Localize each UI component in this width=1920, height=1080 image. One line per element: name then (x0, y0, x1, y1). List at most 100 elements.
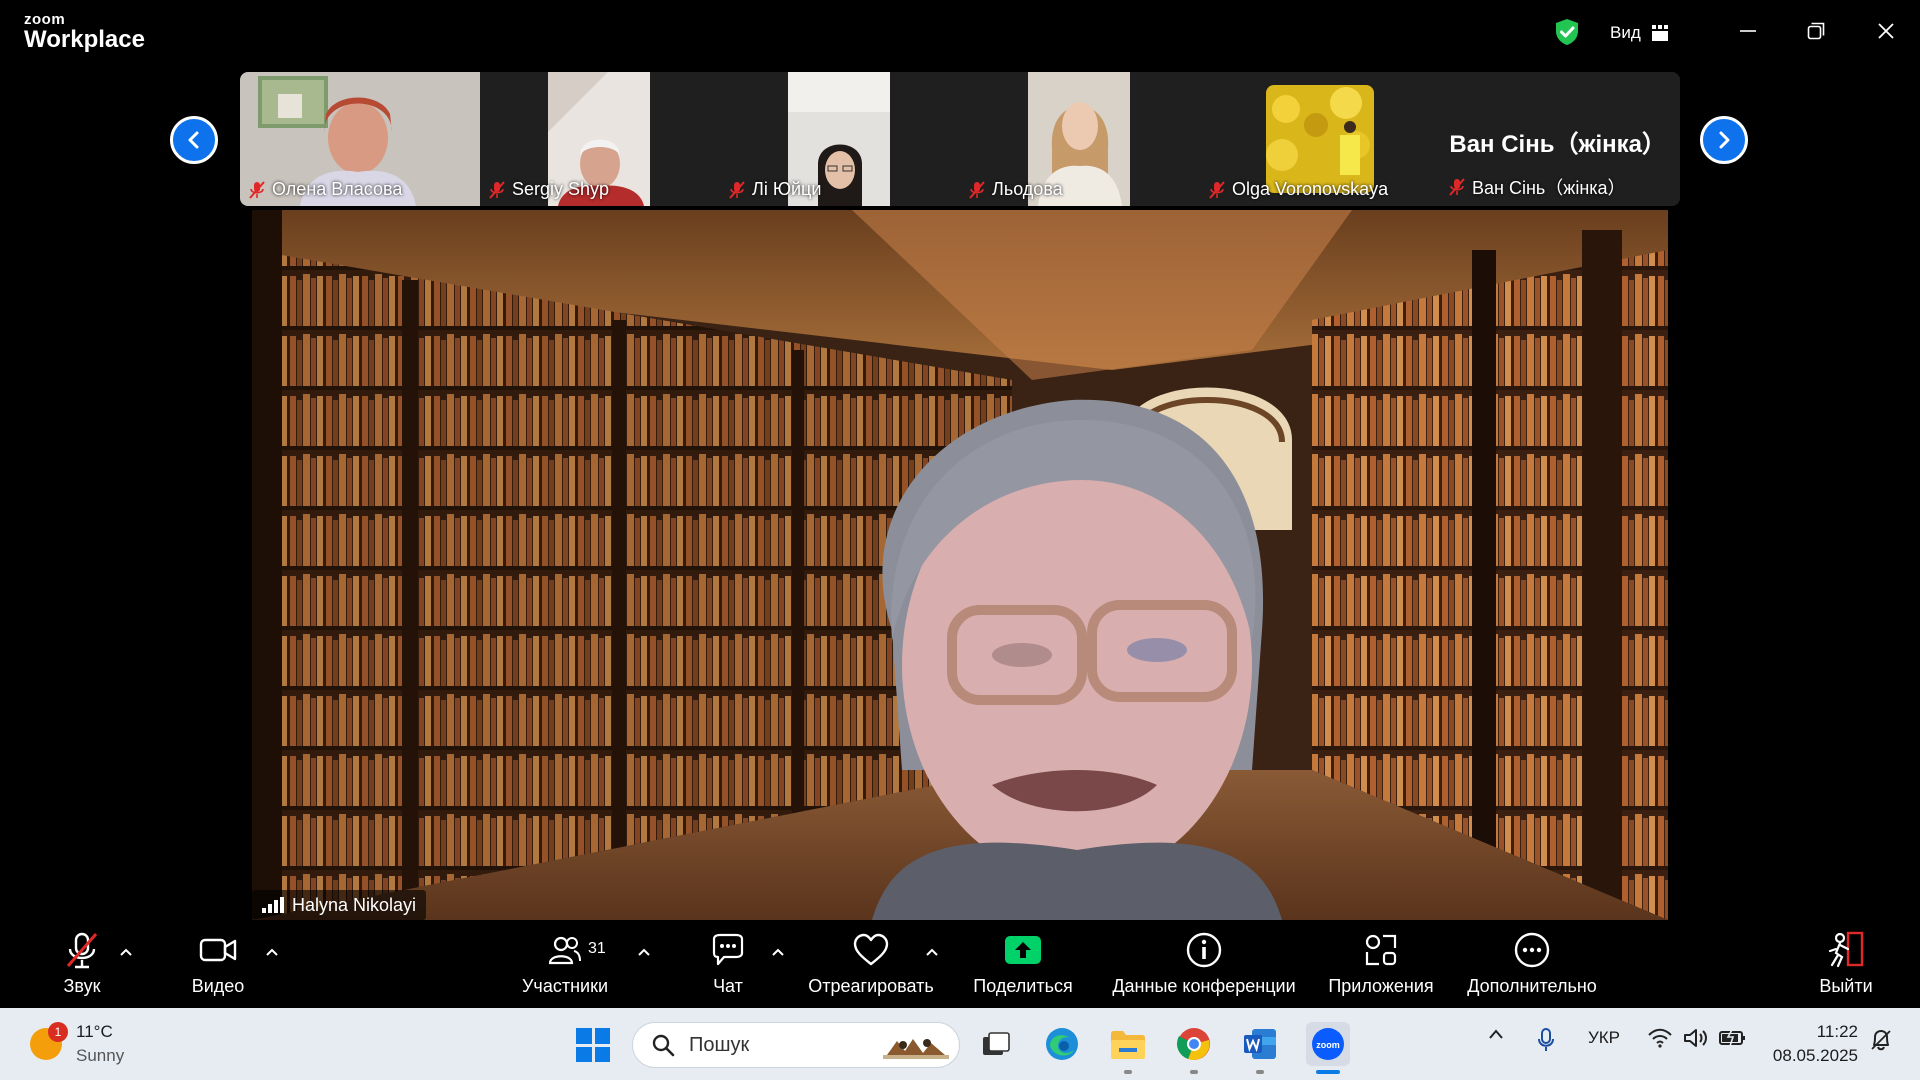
mic-muted-icon (1449, 178, 1465, 196)
participant-tile[interactable]: Olga Voronovskaya (1200, 72, 1440, 206)
wifi-icon (1648, 1028, 1672, 1048)
chrome-icon (1176, 1028, 1210, 1060)
battery-tray-button[interactable] (1718, 1028, 1748, 1046)
meeting-info-button[interactable]: Данные конференции (1106, 930, 1302, 1004)
share-screen-button[interactable]: Поделиться (970, 930, 1076, 1004)
apps-button[interactable]: Приложения (1324, 930, 1438, 1004)
more-options-icon (1514, 932, 1550, 968)
active-speaker-video (252, 210, 1668, 920)
react-button[interactable]: Отреагировать (806, 930, 936, 1004)
video-options-chevron-up-icon[interactable] (264, 946, 280, 958)
apps-icon (1365, 934, 1397, 966)
meeting-controls-toolbar: Звук Видео Участники 31 Чат Отреагироват… (0, 920, 1920, 1008)
participants-options-chevron-up-icon[interactable] (636, 946, 652, 958)
apps-label: Приложения (1328, 976, 1434, 996)
leave-meeting-button[interactable]: Выйти (1814, 930, 1878, 1004)
participant-name: Olga Voronovskaya (1232, 179, 1389, 199)
next-page-button[interactable] (1700, 116, 1748, 164)
microphone-tray-button[interactable] (1534, 1028, 1558, 1052)
chrome-browser-button[interactable] (1174, 1024, 1214, 1064)
react-options-chevron-up-icon[interactable] (924, 946, 940, 958)
participant-avatar (1266, 85, 1374, 193)
participant-name-label: Лі Юйци (728, 179, 821, 200)
connection-signal-icon (262, 897, 284, 913)
active-speaker-name: Halyna Nikolayi (292, 894, 417, 915)
previous-page-button[interactable] (170, 116, 218, 164)
clock-time: 11:22 (1816, 1022, 1858, 1041)
participant-name: Sergiy Shyp (512, 179, 610, 199)
chat-options-chevron-up-icon[interactable] (770, 946, 786, 958)
participant-name: Льодова (992, 179, 1063, 199)
logo-big-text: Workplace (24, 26, 145, 53)
word-icon (1244, 1029, 1276, 1059)
participant-tile[interactable]: Льодова (960, 72, 1200, 206)
leave-label: Выйти (1819, 976, 1873, 996)
participant-tile[interactable]: Ван Сінь（жінка） Ван Сінь（жінка） (1440, 72, 1680, 206)
system-clock[interactable]: 11:22 08.05.2025 (1766, 1020, 1858, 1068)
volume-tray-button[interactable] (1682, 1028, 1710, 1048)
video-button[interactable]: Видео (186, 930, 250, 1004)
more-button[interactable]: Дополнительно (1460, 930, 1604, 1004)
explorer-running-indicator (1124, 1070, 1132, 1074)
zoom-running-indicator (1316, 1070, 1340, 1074)
title-bar: zoom Workplace Вид (0, 0, 1920, 66)
input-language-indicator[interactable]: УКР (1584, 1028, 1624, 1048)
microphone-icon (1538, 1028, 1554, 1051)
audio-label: Звук (63, 976, 101, 996)
view-button[interactable]: Вид (1610, 20, 1669, 46)
participant-tile[interactable]: Лі Юйци (720, 72, 960, 206)
sun-icon: 1 (30, 1022, 68, 1060)
more-label: Дополнительно (1467, 976, 1597, 996)
participant-name-label: Олена Власова (248, 179, 402, 200)
clock-date: 08.05.2025 (1772, 1046, 1858, 1065)
participant-tile[interactable]: Олена Власова (240, 72, 480, 206)
folder-icon (1111, 1031, 1145, 1059)
minimize-button[interactable] (1728, 14, 1768, 48)
close-button[interactable] (1866, 14, 1906, 48)
participant-thumbnail-strip: Олена Власова Sergiy Shyp Лі Юйци Льодов… (240, 72, 1680, 206)
search-icon (652, 1034, 675, 1057)
mic-muted-icon (1209, 180, 1225, 199)
chat-button[interactable]: Чат (700, 930, 756, 1004)
wifi-tray-button[interactable] (1646, 1028, 1674, 1048)
zoom-app-button[interactable]: zoom (1306, 1022, 1350, 1066)
participant-name-label: Olga Voronovskaya (1208, 179, 1388, 200)
participant-tile[interactable]: Sergiy Shyp (480, 72, 720, 206)
participant-name: Олена Власова (272, 179, 403, 199)
participant-name: Лі Юйци (752, 179, 822, 199)
grid-view-icon (1651, 25, 1668, 41)
weather-widget[interactable]: 1 11°C Sunny (30, 1020, 124, 1068)
zoom-meeting-window: zoom Workplace Вид Олена Власова Sergiy … (0, 0, 1920, 1080)
audio-options-chevron-up-icon[interactable] (118, 946, 134, 958)
notification-bell-icon (1871, 1030, 1891, 1051)
participant-display-name: Ван Сінь（жінка） (1449, 131, 1666, 158)
edge-browser-button[interactable] (1042, 1024, 1082, 1064)
view-label: Вид (1610, 23, 1641, 42)
mic-muted-icon (489, 180, 505, 199)
participant-name-label: Sergiy Shyp (488, 179, 609, 200)
file-explorer-button[interactable] (1108, 1024, 1148, 1064)
taskbar-search-box[interactable]: Пошук (632, 1022, 960, 1068)
search-placeholder: Пошук (689, 1033, 750, 1056)
word-button[interactable] (1240, 1024, 1280, 1064)
notification-center-button[interactable] (1866, 1028, 1896, 1052)
weather-temperature: 11°C (76, 1022, 113, 1041)
microphone-muted-icon (66, 932, 98, 969)
mic-muted-icon (729, 180, 745, 199)
weather-description: Sunny (76, 1046, 125, 1065)
video-camera-icon (199, 938, 237, 962)
edge-icon (1046, 1028, 1078, 1060)
restore-button[interactable] (1796, 14, 1836, 48)
chevron-right-icon (1719, 131, 1730, 149)
audio-button[interactable]: Звук (52, 930, 112, 1004)
windows-taskbar: 1 11°C Sunny Пошук zoom УКР 11:22 08.05.… (0, 1008, 1920, 1080)
participant-name: Ван Сінь（жінка） (1472, 178, 1626, 198)
restore-icon (1807, 22, 1825, 40)
mic-muted-icon (969, 180, 985, 199)
task-view-button[interactable] (976, 1024, 1016, 1064)
windows-start-button[interactable] (576, 1028, 610, 1062)
show-hidden-icons-button[interactable] (1484, 1028, 1508, 1040)
encryption-shield-icon[interactable] (1554, 18, 1580, 46)
participants-count: 31 (588, 940, 606, 957)
svg-text:zoom: zoom (1316, 1040, 1340, 1050)
